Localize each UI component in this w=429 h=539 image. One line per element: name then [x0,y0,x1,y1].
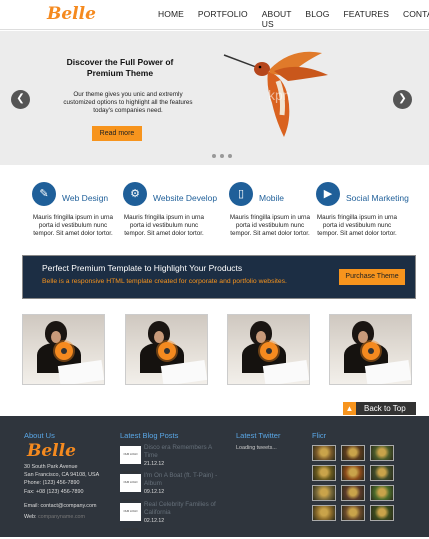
twitter-status: Loading tweets... [236,445,277,451]
chevron-left-icon[interactable]: ❮ [11,90,30,109]
service-title[interactable]: Mobile [259,193,284,203]
portfolio-item[interactable] [125,314,208,385]
footer-email-link[interactable]: contact@company.com [40,503,96,509]
brush-icon: ✎ [32,182,56,206]
service-description: Mauris fringilla ipsum in urna porta id … [123,214,205,237]
hero-title: Discover the Full Power of Premium Theme [66,57,174,78]
nav-contact[interactable]: CONTACT [403,9,429,29]
post-date: 02.12.12 [144,518,165,524]
flickr-gallery [312,445,394,521]
service-description: Mauris fringilla ipsum in urna porta id … [229,214,311,237]
flickr-thumbnail[interactable] [341,445,365,461]
logo[interactable]: Belle [47,4,96,24]
portfolio-item[interactable] [22,314,105,385]
flickr-thumbnail[interactable] [370,465,394,481]
slider-dot[interactable] [228,154,232,158]
nav-portfolio[interactable]: PORTFOLIO [198,9,248,29]
promo-banner: Perfect Premium Template to Highlight Yo… [22,255,416,299]
flickr-thumbnail[interactable] [370,485,394,501]
back-to-top-button[interactable]: ▲ Back to Top [343,402,416,415]
arrow-up-icon: ▲ [343,402,356,415]
service-description: Mauris fringilla ipsum in urna porta id … [32,214,114,237]
service-title[interactable]: Web Design [62,193,108,203]
portfolio-item[interactable] [227,314,310,385]
footer-logo: Belle [27,441,76,461]
flickr-thumbnail[interactable] [370,445,394,461]
post-thumbnail: OUR LOGO GOES HERE [120,474,141,502]
blog-post[interactable]: OUR LOGO GOES HERE I'm On A Boat (ft. T-… [120,472,230,502]
portfolio-item[interactable] [329,314,412,385]
purchase-theme-button[interactable]: Purchase Theme [339,269,405,285]
post-title[interactable]: I'm On A Boat (ft. T-Pain) - Album [144,472,226,488]
chevron-right-icon[interactable]: ❯ [393,90,412,109]
hero-slider: Discover the Full Power of Premium Theme… [0,31,429,165]
flickr-thumbnail[interactable] [370,505,394,521]
footer-flickr-heading: Flicr [312,431,327,440]
flickr-thumbnail[interactable] [341,505,365,521]
nav-blog[interactable]: BLOG [305,9,329,29]
read-more-button[interactable]: Read more [92,126,142,141]
service-title[interactable]: Website Develop [153,193,217,203]
footer-web-link[interactable]: companyname.com [38,514,85,520]
post-title[interactable]: Disco era Remembers A Time [144,444,226,460]
eye-icon[interactable] [158,342,176,360]
post-thumbnail: OUR LOGO GOES HERE [120,446,141,474]
post-date: 21.12.12 [144,461,165,467]
post-title[interactable]: Real Celebrity Families of California [144,501,226,517]
footer-contact-links: Email: contact@company.com Web: companyn… [24,503,97,520]
header: Belle HOME PORTFOLIO ABOUT US BLOG FEATU… [0,0,429,30]
flickr-thumbnail[interactable] [312,445,336,461]
service-title[interactable]: Social Marketing [346,193,409,203]
service-description: Mauris fringilla ipsum in urna porta id … [316,214,398,237]
slider-dots [212,154,232,158]
banner-title: Perfect Premium Template to Highlight Yo… [42,263,243,273]
nav-about-us[interactable]: ABOUT US [262,9,292,29]
watermark: kpn [268,87,291,103]
footer-blog-heading: Latest Blog Posts [120,431,179,440]
post-date: 09.12.12 [144,489,165,495]
post-thumbnail: OUR LOGO GOES HERE [120,503,141,531]
eye-icon[interactable] [362,342,380,360]
nav-features[interactable]: FEATURES [343,9,389,29]
gears-icon: ⚙ [123,182,147,206]
footer-address: 30 South Park Avenue San Francisco, CA 9… [24,464,100,495]
footer: About Us Belle 30 South Park Avenue San … [0,416,429,537]
footer-twitter-heading: Latest Twitter [236,431,281,440]
blog-post[interactable]: OUR LOGO GOES HERE Disco era Remembers A… [120,444,230,474]
back-to-top-label: Back to Top [364,404,406,413]
footer-about-heading: About Us [24,431,55,440]
flickr-thumbnail[interactable] [341,485,365,501]
megaphone-icon: ▶ [316,182,340,206]
main-nav: HOME PORTFOLIO ABOUT US BLOG FEATURES CO… [158,9,429,29]
mobile-icon: ▯ [229,182,253,206]
flickr-thumbnail[interactable] [312,505,336,521]
eye-icon[interactable] [55,342,73,360]
eye-icon[interactable] [260,342,278,360]
slider-dot[interactable] [212,154,216,158]
nav-home[interactable]: HOME [158,9,184,29]
hero-text: Our theme gives you unic and extremly cu… [63,91,193,115]
flickr-thumbnail[interactable] [312,465,336,481]
flickr-thumbnail[interactable] [341,465,365,481]
blog-post[interactable]: OUR LOGO GOES HERE Real Celebrity Famili… [120,501,230,531]
slider-dot[interactable] [220,154,224,158]
banner-subtitle: Belle is a responsive HTML template crea… [42,278,287,285]
flickr-thumbnail[interactable] [312,485,336,501]
